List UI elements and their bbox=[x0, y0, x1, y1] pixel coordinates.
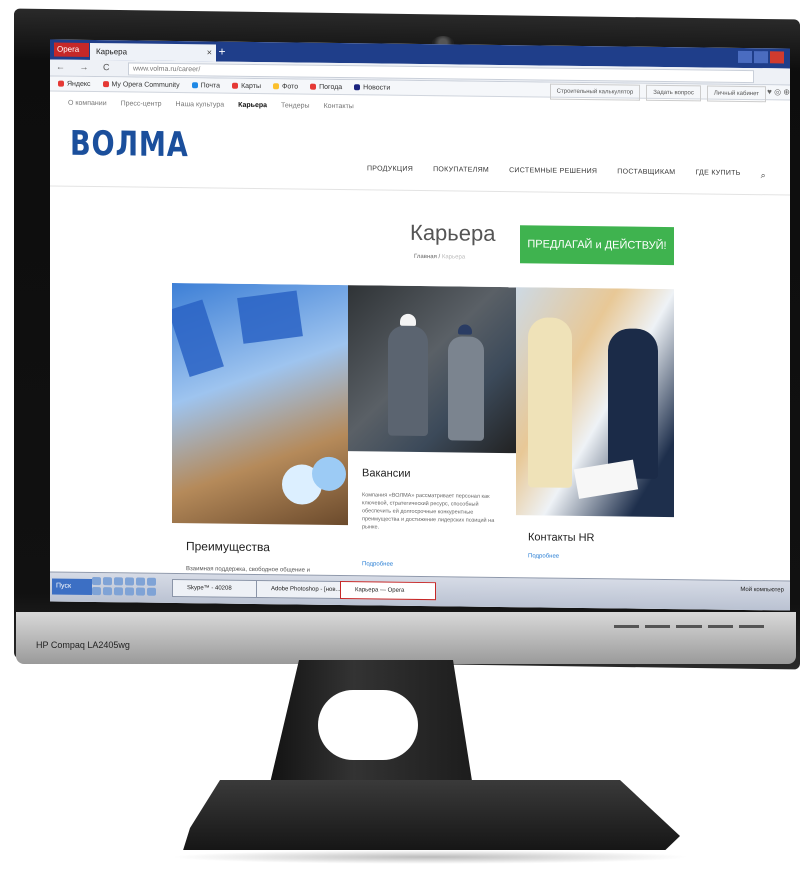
bookmark-my-opera[interactable]: My Opera Community bbox=[102, 81, 180, 89]
taskbar-opera[interactable]: Карьера — Opera bbox=[340, 581, 436, 601]
window-controls bbox=[738, 50, 784, 64]
nav-buyers[interactable]: ПОКУПАТЕЛЯМ bbox=[433, 166, 489, 178]
bookmark-mail[interactable]: Почта bbox=[191, 82, 220, 89]
bookmark-weather[interactable]: Погода bbox=[310, 83, 342, 91]
card-vacancies-photo bbox=[348, 285, 516, 454]
monitor-bottom-bezel bbox=[16, 612, 796, 664]
taskbar-photoshop[interactable]: Adobe Photoshop - [нов... bbox=[256, 579, 352, 600]
monitor-model-label: HP Compaq LA2405wg bbox=[36, 640, 130, 650]
card-hr-more-link[interactable]: Подробнее bbox=[528, 553, 559, 559]
cta-button[interactable]: ПРЕДЛАГАЙ и ДЕЙСТВУЙ! bbox=[520, 225, 674, 266]
minimize-button[interactable] bbox=[738, 50, 752, 64]
close-icon[interactable]: × bbox=[207, 44, 212, 61]
opera-menu-button[interactable]: Opera bbox=[54, 42, 89, 57]
card-vacancies[interactable]: Вакансии Компания «ВОЛМА» рассматривает … bbox=[348, 285, 516, 608]
bookmark-news[interactable]: Новости bbox=[354, 84, 390, 91]
main-navigation: ПРОДУКЦИЯ ПОКУПАТЕЛЯМ СИСТЕМНЫЕ РЕШЕНИЯ … bbox=[367, 165, 766, 181]
screen: Opera Карьера × + ← → C www.volma.ru/car… bbox=[50, 39, 790, 611]
navigation-buttons[interactable]: ← → C bbox=[56, 62, 116, 73]
top-menu-contacts[interactable]: Контакты bbox=[324, 103, 354, 110]
card-hr-photo bbox=[516, 287, 674, 518]
start-button[interactable]: Пуск bbox=[52, 578, 92, 595]
quick-launch bbox=[92, 576, 156, 596]
top-utility-buttons: Строительный калькулятор Задать вопрос Л… bbox=[549, 83, 766, 103]
top-menu-culture[interactable]: Наша культура bbox=[176, 101, 225, 109]
browser-tab[interactable]: Карьера × bbox=[90, 42, 216, 62]
account-button[interactable]: Личный кабинет bbox=[706, 85, 766, 103]
header-divider bbox=[50, 185, 790, 196]
nav-products[interactable]: ПРОДУКЦИЯ bbox=[367, 165, 413, 177]
breadcrumb-current: Карьера bbox=[441, 254, 466, 261]
site-logo[interactable]: ВОЛМА bbox=[70, 124, 189, 165]
calculator-button[interactable]: Строительный калькулятор bbox=[549, 83, 641, 101]
monitor-stand-cutout bbox=[318, 690, 418, 760]
toolbar-icons[interactable]: ♥ ◎ ⊕ bbox=[767, 87, 790, 96]
monitor-stand-base bbox=[180, 780, 680, 860]
card-vacancies-title: Вакансии bbox=[362, 467, 411, 480]
bookmark-photo[interactable]: Фото bbox=[273, 83, 298, 90]
new-tab-button[interactable]: + bbox=[214, 44, 230, 59]
taskbar-skype[interactable]: Skype™ - 40208 bbox=[172, 578, 268, 599]
card-advantages-photo bbox=[172, 282, 348, 526]
tab-title: Карьера bbox=[96, 47, 128, 57]
card-vacancies-more-link[interactable]: Подробнее bbox=[362, 561, 393, 567]
bookmark-maps[interactable]: Карты bbox=[232, 82, 261, 90]
breadcrumb: Главная / Карьера bbox=[414, 254, 465, 261]
bookmark-yandex[interactable]: Яндекс bbox=[58, 80, 91, 87]
card-advantages[interactable]: Преимущества Взаимная поддержка, свободн… bbox=[172, 282, 348, 606]
card-hr-contacts[interactable]: Контакты HR Подробнее bbox=[516, 287, 674, 610]
top-menu-about[interactable]: О компании bbox=[68, 100, 107, 107]
breadcrumb-home[interactable]: Главная / bbox=[414, 254, 440, 260]
nav-systems[interactable]: СИСТЕМНЫЕ РЕШЕНИЯ bbox=[509, 167, 597, 179]
monitor-controls[interactable] bbox=[614, 622, 765, 630]
ask-question-button[interactable]: Задать вопрос bbox=[646, 84, 701, 102]
page-title: Карьера bbox=[410, 219, 496, 246]
card-hr-title: Контакты HR bbox=[528, 531, 595, 545]
nav-suppliers[interactable]: ПОСТАВЩИКАМ bbox=[617, 168, 675, 180]
close-window-button[interactable] bbox=[770, 51, 784, 64]
system-tray[interactable]: Мой компьютер bbox=[740, 587, 784, 594]
top-menu-press[interactable]: Пресс-центр bbox=[121, 100, 162, 108]
maximize-button[interactable] bbox=[754, 51, 768, 64]
search-icon[interactable]: ⌕ bbox=[761, 170, 766, 181]
top-menu-tenders[interactable]: Тендеры bbox=[281, 102, 310, 109]
card-vacancies-text: Компания «ВОЛМА» рассматривает персонал … bbox=[362, 492, 495, 531]
stand-shadow bbox=[170, 850, 690, 864]
nav-where-to-buy[interactable]: ГДЕ КУПИТЬ bbox=[695, 169, 740, 181]
top-menu-career[interactable]: Карьера bbox=[238, 102, 267, 109]
card-advantages-title: Преимущества bbox=[186, 539, 270, 555]
